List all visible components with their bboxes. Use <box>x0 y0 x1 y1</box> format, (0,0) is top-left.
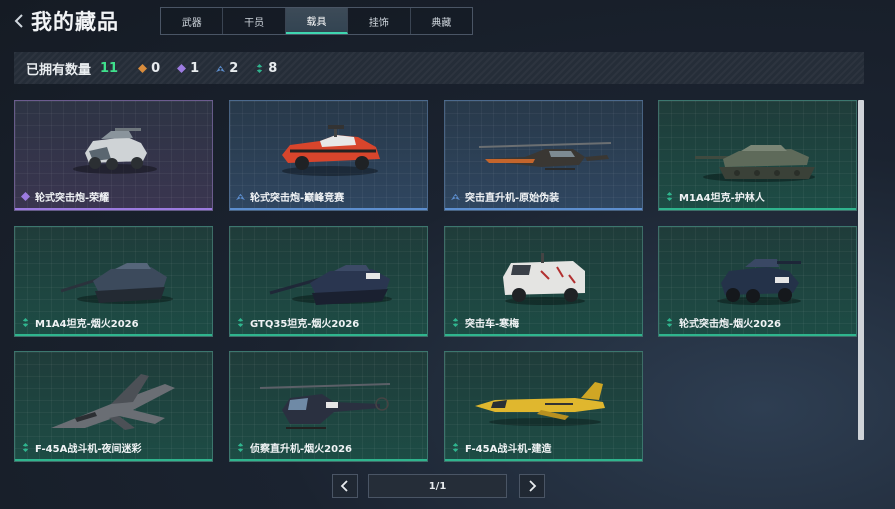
chevron-left-icon <box>14 14 23 28</box>
item-name: F-45A战斗机-建造 <box>465 444 552 455</box>
blue-diamond-icon <box>451 193 460 201</box>
green-diamond-icon <box>237 318 244 327</box>
purple-diamond-icon <box>177 63 187 73</box>
rarity-count-value: 8 <box>268 60 278 76</box>
armored-car-image <box>717 259 801 305</box>
item-name: 突击直升机-原始伪装 <box>465 193 560 204</box>
card-label: 轮式突击炮-烟火2026 <box>665 315 781 330</box>
item-name: M1A4坦克-护林人 <box>679 193 765 204</box>
chevron-left-icon <box>340 480 348 492</box>
blue-diamond-icon <box>236 193 245 201</box>
previous-page-button[interactable] <box>332 474 358 498</box>
collection-card[interactable]: M1A4坦克-烟火2026 <box>14 226 213 337</box>
armored-car-image <box>73 128 157 174</box>
next-page-button[interactable] <box>519 474 545 498</box>
collection-card[interactable]: 侦察直升机-烟火2026 <box>229 351 428 462</box>
header: 我的藏品 武器 干员 载具 挂饰 典藏 <box>0 0 895 42</box>
rarity-count-value: 2 <box>229 60 239 76</box>
assault-vehicle-image <box>503 253 585 305</box>
rarity-count-green: 8 <box>255 61 277 76</box>
card-label: 突击车-寒梅 <box>451 315 519 330</box>
green-diamond-icon <box>452 318 459 327</box>
item-name: 侦察直升机-烟火2026 <box>250 444 352 455</box>
collection-card[interactable]: 突击直升机-原始伪装 <box>444 100 643 211</box>
green-diamond-icon <box>452 443 459 452</box>
green-diamond-icon <box>257 63 263 73</box>
fighter-jet-image <box>51 374 175 430</box>
tab-vehicles[interactable]: 载具 <box>285 8 349 34</box>
category-tabs: 武器 干员 载具 挂饰 典藏 <box>160 7 473 35</box>
card-label: M1A4坦克-护林人 <box>665 189 765 204</box>
collection-grid: 轮式突击炮-荣耀 轮式突击炮-巅峰竞赛 突击直升机-原始伪装 M1A4坦克-护林… <box>14 100 857 462</box>
card-label: M1A4坦克-烟火2026 <box>21 315 139 330</box>
collection-card[interactable]: 轮式突击炮-荣耀 <box>14 100 213 211</box>
tank-image <box>60 263 173 304</box>
attack-helicopter-image <box>478 142 612 170</box>
card-label: F-45A战斗机-建造 <box>451 440 551 455</box>
tab-collection[interactable]: 典藏 <box>411 8 472 34</box>
collection-card[interactable]: F-45A战斗机-夜间迷彩 <box>14 351 213 462</box>
tab-charms[interactable]: 挂饰 <box>348 8 411 34</box>
card-label: 轮式突击炮-荣耀 <box>21 189 109 204</box>
blue-diamond-icon <box>216 65 226 72</box>
owned-label: 已拥有数量 <box>26 62 92 78</box>
rarity-count-purple: 1 <box>177 61 199 76</box>
collection-card[interactable]: 突击车-寒梅 <box>444 226 643 337</box>
item-name: F-45A战斗机-夜间迷彩 <box>35 444 142 455</box>
tab-operators[interactable]: 干员 <box>223 8 286 34</box>
owned-count: 11 <box>100 60 119 76</box>
tank-image <box>269 265 392 305</box>
collection-card[interactable]: 轮式突击炮-巅峰竞赛 <box>229 100 428 211</box>
scout-helicopter-image <box>259 383 391 429</box>
scrollbar-thumb[interactable] <box>858 100 864 440</box>
item-name: GTQ35坦克-烟火2026 <box>250 319 360 330</box>
purple-diamond-icon <box>21 192 30 201</box>
green-diamond-icon <box>237 443 244 452</box>
collection-card[interactable]: M1A4坦克-护林人 <box>658 100 857 211</box>
armored-car-image <box>282 125 380 176</box>
page-indicator: 1/1 <box>368 474 507 498</box>
item-name: 轮式突击炮-巅峰竞赛 <box>250 193 345 204</box>
scrollbar[interactable] <box>858 100 864 440</box>
ownership-summary: 已拥有数量 11 0 1 2 8 <box>14 52 864 84</box>
item-name: M1A4坦克-烟火2026 <box>35 319 139 330</box>
card-label: 侦察直升机-烟火2026 <box>236 440 352 455</box>
item-name: 轮式突击炮-荣耀 <box>35 193 110 204</box>
collection-card[interactable]: 轮式突击炮-烟火2026 <box>658 226 857 337</box>
card-label: 轮式突击炮-巅峰竞赛 <box>236 189 344 204</box>
green-diamond-icon <box>22 443 29 452</box>
fighter-jet-image <box>475 382 605 426</box>
green-diamond-icon <box>666 318 673 327</box>
collection-card[interactable]: F-45A战斗机-建造 <box>444 351 643 462</box>
tab-label: 典藏 <box>431 17 452 29</box>
green-diamond-icon <box>666 192 673 201</box>
tank-image <box>695 145 815 182</box>
tab-label: 挂饰 <box>368 17 389 29</box>
card-label: GTQ35坦克-烟火2026 <box>236 315 359 330</box>
rarity-count-value: 0 <box>151 60 161 76</box>
tab-label: 载具 <box>306 16 327 28</box>
chevron-right-icon <box>529 480 537 492</box>
tab-label: 武器 <box>181 17 202 29</box>
rarity-count-orange: 0 <box>138 61 160 76</box>
tab-weapons[interactable]: 武器 <box>161 8 224 34</box>
rarity-count-value: 1 <box>190 60 200 76</box>
page-title: 我的藏品 <box>31 10 119 34</box>
back-button[interactable] <box>10 10 28 32</box>
card-label: F-45A战斗机-夜间迷彩 <box>21 440 141 455</box>
rarity-count-blue: 2 <box>216 61 238 76</box>
collection-card[interactable]: GTQ35坦克-烟火2026 <box>229 226 428 337</box>
item-name: 突击车-寒梅 <box>465 319 520 330</box>
green-diamond-icon <box>22 318 29 327</box>
orange-diamond-icon <box>138 63 148 73</box>
card-label: 突击直升机-原始伪装 <box>451 189 559 204</box>
tab-label: 干员 <box>244 17 265 29</box>
item-name: 轮式突击炮-烟火2026 <box>679 319 781 330</box>
